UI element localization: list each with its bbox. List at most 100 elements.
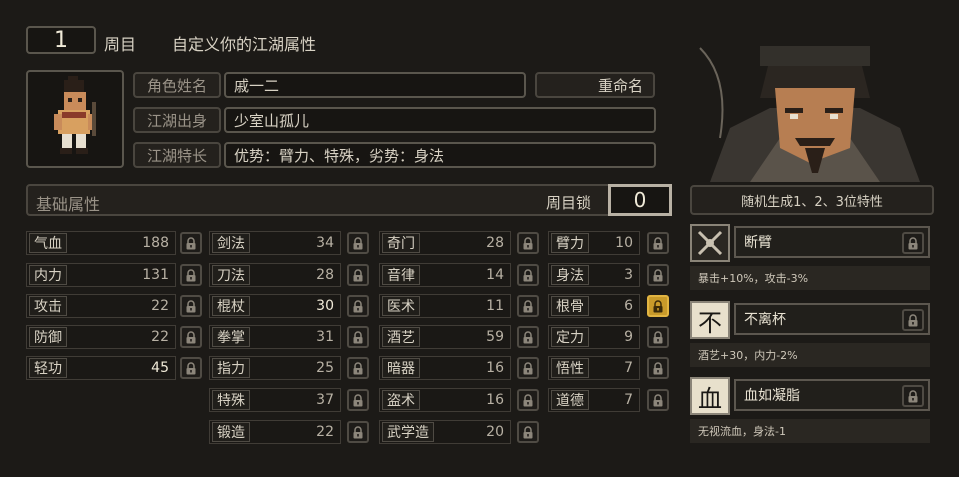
origin-value: 少室山孤儿 — [234, 111, 310, 130]
lock-icon[interactable] — [517, 357, 539, 379]
stat-row: 攻击 22 — [26, 294, 176, 318]
stat-row: 轻功 45 — [26, 356, 176, 380]
lock-icon[interactable] — [647, 389, 669, 411]
lock-icon[interactable] — [347, 389, 369, 411]
portrait-art-icon — [690, 38, 934, 182]
base-attr-title: 基础属性 — [36, 195, 101, 214]
stat-row: 防御 22 — [26, 325, 176, 349]
stat-name: 轻功 — [29, 358, 67, 378]
stat-value: 20 — [486, 424, 504, 440]
lock-icon[interactable] — [517, 264, 539, 286]
cycle-number: 1 — [54, 27, 68, 53]
stat-value: 31 — [316, 329, 334, 345]
origin-field: 少室山孤儿 — [224, 107, 656, 133]
lock-icon[interactable] — [517, 326, 539, 348]
lock-icon[interactable] — [902, 385, 924, 407]
name-label-box: 角色姓名 — [133, 72, 221, 98]
stat-value: 14 — [486, 267, 504, 283]
stat-value: 22 — [151, 298, 169, 314]
lock-icon[interactable] — [347, 326, 369, 348]
broken-arm-icon — [697, 230, 723, 256]
trait-name: 血如凝脂 — [744, 388, 800, 404]
stat-value: 3 — [624, 267, 633, 283]
lock-icon[interactable] — [180, 264, 202, 286]
lock-icon[interactable] — [347, 232, 369, 254]
trait-name: 断臂 — [744, 235, 772, 251]
lock-icon[interactable] — [347, 295, 369, 317]
specialty-label-box: 江湖特长 — [133, 142, 221, 168]
stat-name: 奇门 — [382, 233, 420, 253]
stat-name: 刀法 — [212, 265, 250, 285]
stat-value: 6 — [624, 298, 633, 314]
avatar — [26, 70, 124, 168]
stat-name: 攻击 — [29, 296, 67, 316]
lock-icon[interactable] — [647, 232, 669, 254]
lock-icon[interactable] — [180, 232, 202, 254]
stat-value: 16 — [486, 392, 504, 408]
stat-name: 指力 — [212, 358, 250, 378]
specialty-label: 江湖特长 — [146, 146, 207, 165]
stat-value: 28 — [316, 267, 334, 283]
trait-glyph: 不 — [698, 308, 722, 337]
stat-row: 气血 188 — [26, 231, 176, 255]
specialty-field: 优势：臂力、特殊，劣势：身法 — [224, 142, 656, 168]
lock-icon[interactable] — [517, 295, 539, 317]
stat-value: 131 — [142, 267, 169, 283]
stat-row: 暗器 16 — [379, 356, 511, 380]
stat-name: 暗器 — [382, 358, 420, 378]
stat-name: 武学造 — [382, 422, 434, 442]
stat-name: 酒艺 — [382, 327, 420, 347]
cycle-lock-value: 0 — [633, 188, 647, 212]
trait-name-box: 断臂 — [734, 226, 930, 258]
trait-icon: 不 — [690, 301, 730, 339]
stat-name: 身法 — [551, 265, 589, 285]
rename-button[interactable]: 重命名 — [535, 72, 655, 98]
stat-row: 锻造 22 — [209, 420, 341, 444]
stat-value: 34 — [316, 235, 334, 251]
lock-icon[interactable] — [902, 309, 924, 331]
lock-icon[interactable] — [902, 232, 924, 254]
lock-icon[interactable] — [647, 326, 669, 348]
stat-row: 医术 11 — [379, 294, 511, 318]
stat-name: 音律 — [382, 265, 420, 285]
lock-icon[interactable] — [347, 357, 369, 379]
lock-icon[interactable] — [180, 295, 202, 317]
lock-icon[interactable] — [647, 295, 669, 317]
cycle-lock-label: 周目锁 — [546, 194, 592, 212]
trait-icon: 血 — [690, 377, 730, 415]
lock-icon[interactable] — [347, 264, 369, 286]
stat-row: 特殊 37 — [209, 388, 341, 412]
stat-name: 拳掌 — [212, 327, 250, 347]
stat-name: 道德 — [551, 390, 589, 410]
cycle-number-box: 1 — [26, 26, 96, 54]
stat-value: 59 — [486, 329, 504, 345]
stat-value: 7 — [624, 392, 633, 408]
name-field[interactable]: 戚一二 — [224, 72, 526, 98]
origin-label-box: 江湖出身 — [133, 107, 221, 133]
trait-desc: 酒艺+30，内力-2% — [698, 349, 798, 362]
lock-icon[interactable] — [647, 357, 669, 379]
trait-icon — [690, 224, 730, 262]
stat-name: 特殊 — [212, 390, 250, 410]
origin-label: 江湖出身 — [146, 111, 207, 130]
lock-icon[interactable] — [517, 389, 539, 411]
lock-icon[interactable] — [347, 421, 369, 443]
stat-value: 16 — [486, 360, 504, 376]
name-label: 角色姓名 — [146, 76, 207, 95]
stat-row: 定力 9 — [548, 325, 640, 349]
lock-icon[interactable] — [180, 357, 202, 379]
stat-row: 根骨 6 — [548, 294, 640, 318]
stat-name: 根骨 — [551, 296, 589, 316]
cycle-lock-value-box[interactable]: 0 — [608, 184, 672, 216]
lock-icon[interactable] — [647, 264, 669, 286]
stat-name: 锻造 — [212, 422, 250, 442]
lock-icon[interactable] — [517, 232, 539, 254]
random-traits-button[interactable]: 随机生成1、2、3位特性 — [690, 185, 934, 215]
lock-icon[interactable] — [180, 326, 202, 348]
lock-icon[interactable] — [517, 421, 539, 443]
trait-name-box: 不离杯 — [734, 303, 930, 335]
stat-row: 酒艺 59 — [379, 325, 511, 349]
stat-value: 11 — [486, 298, 504, 314]
stat-row: 身法 3 — [548, 263, 640, 287]
specialty-value: 优势：臂力、特殊，劣势：身法 — [234, 146, 445, 165]
